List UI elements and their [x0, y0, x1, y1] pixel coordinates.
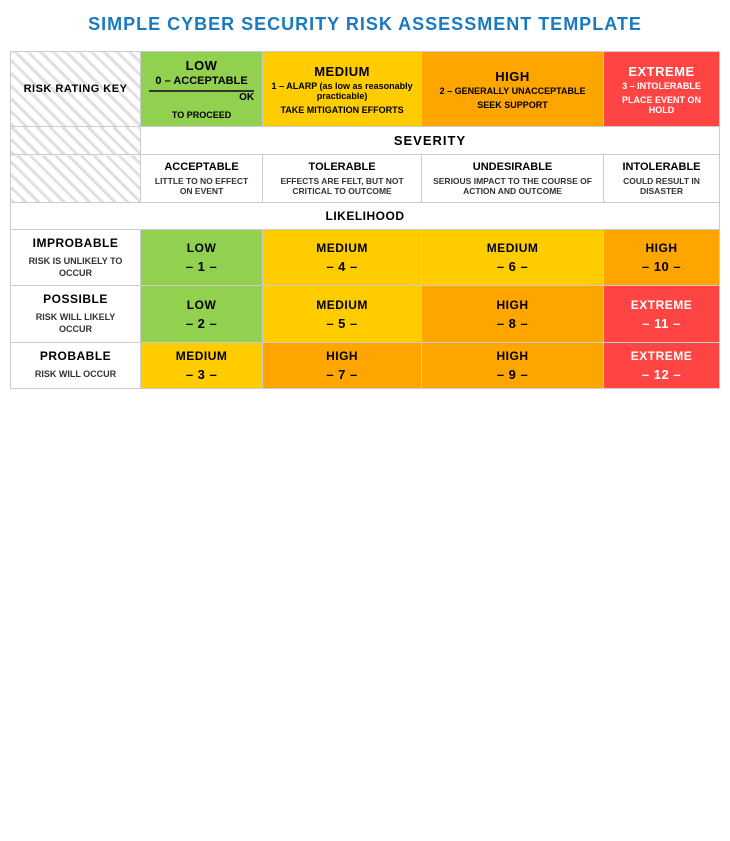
risk-cell-8: HIGH – 8 – [422, 286, 604, 342]
key-high-number: 2 – GENERALLY UNACCEPTABLE [440, 86, 586, 96]
risk-number-3: – 3 – [149, 367, 254, 382]
risk-number-9: – 9 – [430, 367, 595, 382]
risk-number-7: – 7 – [271, 367, 413, 382]
improbable-label: IMPROBABLE [19, 236, 132, 250]
risk-level-9: HIGH [430, 349, 595, 363]
risk-number-6: – 6 – [430, 259, 595, 274]
likelihood-improbable: IMPROBABLE RISK IS UNLIKELY TO OCCUR [11, 230, 141, 286]
key-extreme-desc: PLACE EVENT ON HOLD [612, 95, 711, 115]
risk-number-2: – 2 – [149, 316, 254, 331]
key-high-cell: HIGH 2 – GENERALLY UNACCEPTABLE SEEK SUP… [422, 52, 604, 127]
risk-level-12: EXTREME [612, 349, 711, 363]
key-high-desc: SEEK SUPPORT [477, 100, 548, 110]
severity-hatch-1 [11, 127, 141, 155]
risk-cell-1: LOW – 1 – [141, 230, 263, 286]
risk-cell-11: EXTREME – 11 – [604, 286, 720, 342]
sev-sub-0: LITTLE TO NO EFFECT ON EVENT [149, 176, 254, 196]
key-low-desc: TO PROCEED [172, 110, 231, 120]
risk-level-8: HIGH [430, 298, 595, 312]
key-extreme-number: 3 – INTOLERABLE [622, 81, 701, 91]
risk-cell-9: HIGH – 9 – [422, 342, 604, 388]
severity-header: SEVERITY [141, 127, 720, 155]
risk-number-4: – 4 – [271, 259, 413, 274]
severity-hatch-2 [11, 155, 141, 203]
risk-level-10: HIGH [612, 241, 711, 255]
likelihood-possible: POSSIBLE RISK WILL LIKELY OCCUR [11, 286, 141, 342]
sev-label-0: ACCEPTABLE [149, 161, 254, 173]
risk-level-4: MEDIUM [271, 241, 413, 255]
severity-tolerable: TOLERABLE EFFECTS ARE FELT, BUT NOT CRIT… [263, 155, 422, 203]
severity-acceptable: ACCEPTABLE LITTLE TO NO EFFECT ON EVENT [141, 155, 263, 203]
improbable-sub: RISK IS UNLIKELY TO OCCUR [19, 256, 132, 279]
sev-sub-3: COULD RESULT IN DISASTER [612, 176, 711, 196]
risk-number-10: – 10 – [612, 259, 711, 274]
risk-level-2: LOW [149, 298, 254, 312]
sev-label-3: INTOLERABLE [612, 161, 711, 173]
severity-intolerable: INTOLERABLE COULD RESULT IN DISASTER [604, 155, 720, 203]
risk-level-11: EXTREME [612, 298, 711, 312]
likelihood-probable: PROBABLE RISK WILL OCCUR [11, 342, 141, 388]
key-low-number: 0 – ACCEPTABLE [155, 75, 247, 87]
risk-number-8: – 8 – [430, 316, 595, 331]
key-low-ok: OK [239, 92, 254, 103]
key-low-rating: LOW [186, 58, 218, 73]
key-low-cell: LOW 0 – ACCEPTABLE OK TO PROCEED [141, 52, 263, 127]
sev-label-2: UNDESIRABLE [430, 161, 595, 173]
risk-cell-4: MEDIUM – 4 – [263, 230, 422, 286]
sev-label-1: TOLERABLE [271, 161, 413, 173]
risk-number-11: – 11 – [612, 316, 711, 331]
risk-level-5: MEDIUM [271, 298, 413, 312]
possible-label: POSSIBLE [19, 292, 132, 306]
key-extreme-rating: EXTREME [628, 64, 694, 79]
sev-sub-1: EFFECTS ARE FELT, BUT NOT CRITICAL TO OU… [271, 176, 413, 196]
risk-cell-7: HIGH – 7 – [263, 342, 422, 388]
risk-cell-6: MEDIUM – 6 – [422, 230, 604, 286]
probable-sub: RISK WILL OCCUR [19, 369, 132, 381]
risk-cell-10: HIGH – 10 – [604, 230, 720, 286]
risk-key-label: RISK RATING KEY [11, 52, 141, 127]
risk-cell-2: LOW – 2 – [141, 286, 263, 342]
risk-cell-12: EXTREME – 12 – [604, 342, 720, 388]
risk-level-1: LOW [149, 241, 254, 255]
key-medium-desc: TAKE MITIGATION EFFORTS [280, 105, 403, 115]
page-title: SIMPLE CYBER SECURITY RISK ASSESSMENT TE… [10, 10, 720, 39]
risk-level-6: MEDIUM [430, 241, 595, 255]
key-medium-cell: MEDIUM 1 – ALARP (as low as reasonably p… [263, 52, 422, 127]
key-high-rating: HIGH [495, 69, 530, 84]
risk-key-text: RISK RATING KEY [19, 83, 132, 95]
likelihood-header: LIKELIHOOD [11, 203, 720, 230]
risk-number-5: – 5 – [271, 316, 413, 331]
risk-level-7: HIGH [271, 349, 413, 363]
sev-sub-2: SERIOUS IMPACT TO THE COURSE OF ACTION A… [430, 176, 595, 196]
possible-sub: RISK WILL LIKELY OCCUR [19, 312, 132, 335]
risk-cell-5: MEDIUM – 5 – [263, 286, 422, 342]
key-extreme-cell: EXTREME 3 – INTOLERABLE PLACE EVENT ON H… [604, 52, 720, 127]
severity-undesirable: UNDESIRABLE SERIOUS IMPACT TO THE COURSE… [422, 155, 604, 203]
probable-label: PROBABLE [19, 349, 132, 363]
risk-number-12: – 12 – [612, 367, 711, 382]
risk-number-1: – 1 – [149, 259, 254, 274]
key-medium-number: 1 – ALARP (as low as reasonably practica… [271, 81, 413, 101]
key-medium-rating: MEDIUM [314, 64, 370, 79]
risk-level-3: MEDIUM [149, 349, 254, 363]
risk-cell-3: MEDIUM – 3 – [141, 342, 263, 388]
